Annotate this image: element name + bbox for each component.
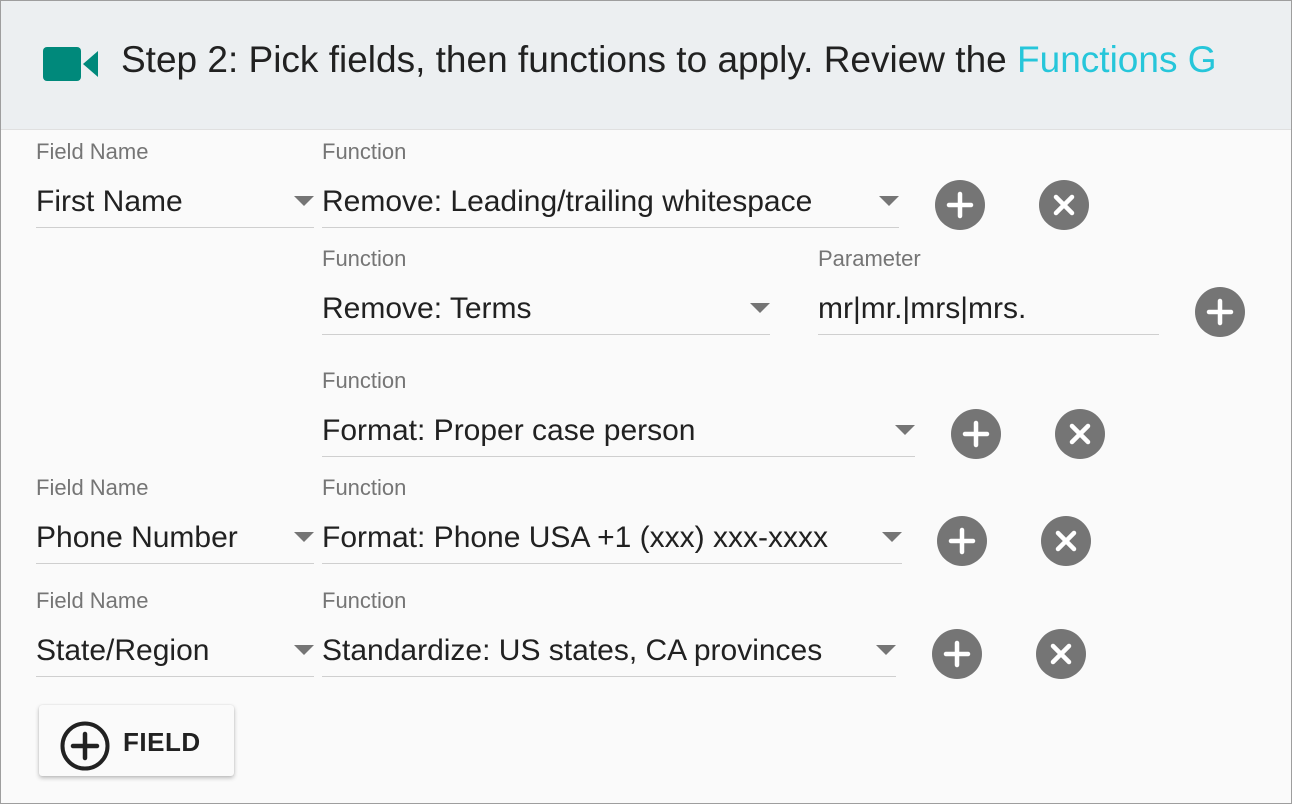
function-label: Function [322,246,407,271]
add-field-button[interactable]: FIELD [39,705,234,776]
close-icon [1069,423,1091,445]
step-instructions: Step 2: Pick fields, then functions to a… [121,39,1217,81]
add-function-button[interactable] [937,516,987,566]
add-circle-outline-icon [60,721,110,771]
remove-field-button[interactable] [1036,629,1086,679]
step-text: Step 2: Pick fields, then functions to a… [121,39,1018,80]
dropdown-arrow-icon [895,425,915,435]
dropdown-arrow-icon [294,645,314,655]
add-field-label: FIELD [123,727,201,757]
field-name-label: Field Name [36,588,149,613]
app-frame: Step 2: Pick fields, then functions to a… [0,0,1292,804]
add-function-button[interactable] [935,180,985,230]
close-icon [1053,194,1075,216]
function-label: Function [322,368,407,393]
function-label: Function [322,588,407,613]
function-label: Function [322,139,407,164]
field-select-value: State/Region [36,634,210,667]
dropdown-arrow-icon [294,196,314,206]
function-label: Function [322,475,407,500]
field-select-value: Phone Number [36,521,238,554]
functions-guide-link[interactable]: Functions G [1017,39,1216,80]
close-icon [1050,643,1072,665]
add-function-button[interactable] [951,409,1001,459]
parameter-value: mr|mr.|mrs|mrs. [818,292,1027,325]
add-function-button[interactable] [932,629,982,679]
remove-field-button[interactable] [1041,516,1091,566]
remove-function-button[interactable] [1055,409,1105,459]
plus-icon [943,640,971,668]
step-header: Step 2: Pick fields, then functions to a… [1,1,1291,130]
function-select-row-5[interactable]: Standardize: US states, CA provinces [322,630,896,677]
dropdown-arrow-icon [294,532,314,542]
field-select-state-region[interactable]: State/Region [36,630,314,677]
parameter-input[interactable]: mr|mr.|mrs|mrs. [818,288,1159,335]
field-select-first-name[interactable]: First Name [36,181,314,228]
function-select-value: Standardize: US states, CA provinces [322,634,823,667]
remove-field-button[interactable] [1039,180,1089,230]
add-function-button[interactable] [1195,287,1245,337]
field-name-label: Field Name [36,139,149,164]
function-select-value: Format: Phone USA +1 (xxx) xxx-xxxx [322,521,828,554]
function-select-row-1[interactable]: Remove: Leading/trailing whitespace [322,181,899,228]
field-select-phone-number[interactable]: Phone Number [36,517,314,564]
plus-icon [1206,298,1234,326]
function-select-row-2[interactable]: Remove: Terms [322,288,770,335]
function-select-row-4[interactable]: Format: Phone USA +1 (xxx) xxx-xxxx [322,517,902,564]
plus-icon [962,420,990,448]
plus-icon [948,527,976,555]
field-select-value: First Name [36,185,183,218]
function-select-value: Remove: Terms [322,292,532,325]
dropdown-arrow-icon [876,645,896,655]
dropdown-arrow-icon [750,303,770,313]
close-icon [1055,530,1077,552]
function-select-value: Remove: Leading/trailing whitespace [322,185,813,218]
dropdown-arrow-icon [882,532,902,542]
dropdown-arrow-icon [879,196,899,206]
field-name-label: Field Name [36,475,149,500]
plus-icon [946,191,974,219]
function-select-value: Format: Proper case person [322,414,696,447]
parameter-label: Parameter [818,246,921,271]
video-camera-icon [43,47,98,81]
function-select-row-3[interactable]: Format: Proper case person [322,410,915,457]
